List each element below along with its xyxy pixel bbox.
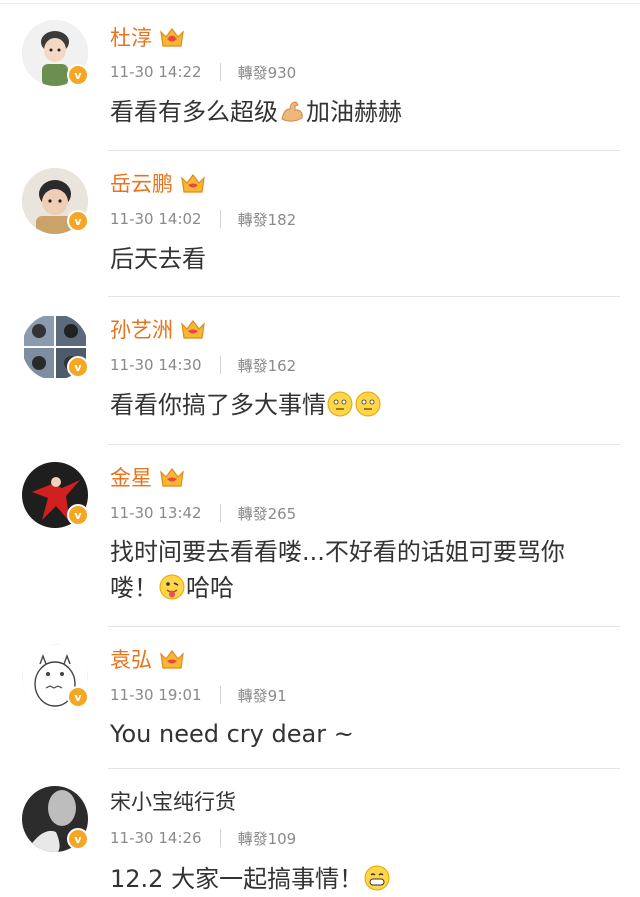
comment-item: v 金星 11-30 13:42 轉發265 找时间要去看看喽...不好看的话姐… <box>0 444 640 626</box>
comment-time: 11-30 14:22 <box>110 63 202 81</box>
verified-badge-icon: v <box>67 828 89 850</box>
comment-text: 找时间要去看看喽...不好看的话姐可要骂你 喽！ 哈哈 <box>110 534 620 606</box>
commenter-name[interactable]: 袁弘 <box>110 646 152 674</box>
comment-text: 看看你搞了多大事情 <box>110 387 620 423</box>
commenter-name[interactable]: 孙艺洲 <box>110 316 173 344</box>
flexed-biceps-icon <box>281 101 303 122</box>
meta-divider <box>219 356 221 374</box>
comment-time: 11-30 19:01 <box>110 686 202 704</box>
commenter-name[interactable]: 金星 <box>110 464 152 492</box>
comment-time: 11-30 13:42 <box>110 504 202 522</box>
repost-count[interactable]: 轉發182 <box>238 209 297 230</box>
commenter-name[interactable]: 宋小宝纯行货 <box>110 788 236 816</box>
meta-divider <box>219 686 221 704</box>
comment-list: v 杜淳 11-30 14:22 轉發930 看看有多么超级 加油赫赫 v 岳云… <box>0 0 640 893</box>
comment-text-part: 看看你搞了多大事情 <box>110 391 326 419</box>
verified-badge-icon: v <box>67 504 89 526</box>
thinking-face-icon <box>355 391 381 417</box>
vip-crown-icon <box>181 174 205 193</box>
divider <box>108 296 620 297</box>
comment-text: 12.2 大家一起搞事情！ <box>110 861 620 897</box>
comment-text-part: 加油赫赫 <box>306 98 402 126</box>
divider <box>108 150 620 151</box>
verified-badge-icon: v <box>67 686 89 708</box>
comment-time: 11-30 14:30 <box>110 356 202 374</box>
repost-count[interactable]: 轉發91 <box>238 685 287 706</box>
comment-text-part: 12.2 大家一起搞事情！ <box>110 865 364 893</box>
vip-crown-icon <box>160 468 184 487</box>
comment-text: 看看有多么超级 加油赫赫 <box>110 94 620 130</box>
repost-count[interactable]: 轉發265 <box>238 503 297 524</box>
comment-text-line: 找时间要去看看喽...不好看的话姐可要骂你 <box>110 538 565 566</box>
divider <box>0 3 640 4</box>
comment-text-part: 哈哈 <box>186 574 234 602</box>
comment-text-part: 喽！ <box>110 574 158 602</box>
comment-item: v 袁弘 11-30 19:01 轉發91 You need cry dear … <box>0 626 640 768</box>
meta-divider <box>219 63 221 81</box>
repost-count[interactable]: 轉發162 <box>238 355 297 376</box>
comment-item: v 岳云鹏 11-30 14:02 轉發182 后天去看 <box>0 150 640 296</box>
comment-text: You need cry dear ~ <box>110 720 354 748</box>
vip-crown-icon <box>160 650 184 669</box>
grinning-face-icon <box>364 865 390 891</box>
comment-item: v 杜淳 11-30 14:22 轉發930 看看有多么超级 加油赫赫 <box>0 0 640 150</box>
divider <box>108 444 620 445</box>
verified-badge-icon: v <box>67 210 89 232</box>
comment-text-part: 看看有多么超级 <box>110 98 278 126</box>
vip-crown-icon <box>160 28 184 47</box>
comment-item: v 孙艺洲 11-30 14:30 轉發162 看看你搞了多大事情 <box>0 296 640 444</box>
tongue-face-icon <box>159 574 185 600</box>
repost-count[interactable]: 轉發109 <box>238 828 297 849</box>
comment-text-line: 喽！ 哈哈 <box>110 570 620 606</box>
comment-text: 后天去看 <box>110 245 206 273</box>
comment-item: v 宋小宝纯行货 11-30 14:26 轉發109 12.2 大家一起搞事情！ <box>0 768 640 893</box>
repost-count[interactable]: 轉發930 <box>238 62 297 83</box>
meta-divider <box>219 210 221 228</box>
commenter-name[interactable]: 岳云鹏 <box>110 170 173 198</box>
meta-divider <box>219 829 221 847</box>
divider <box>108 768 620 769</box>
vip-crown-icon <box>181 320 205 339</box>
commenter-name[interactable]: 杜淳 <box>110 24 152 52</box>
divider <box>108 626 620 627</box>
verified-badge-icon: v <box>67 64 89 86</box>
meta-divider <box>219 504 221 522</box>
verified-badge-icon: v <box>67 356 89 378</box>
thinking-face-icon <box>327 391 353 417</box>
comment-time: 11-30 14:02 <box>110 210 202 228</box>
comment-time: 11-30 14:26 <box>110 829 202 847</box>
